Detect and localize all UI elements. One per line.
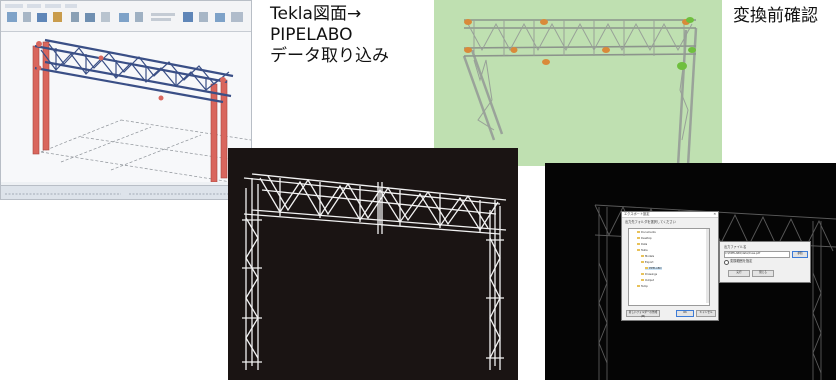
- folder-icon: [637, 249, 640, 251]
- tree-item[interactable]: Export: [641, 261, 654, 264]
- folder-icon: [637, 231, 640, 233]
- file-path-field[interactable]: C:\PIPELABO\data\truss.pdf: [724, 251, 790, 258]
- ok-button[interactable]: OK: [676, 310, 694, 317]
- make-folder-button[interactable]: 新しいフォルダーの作成(M): [626, 310, 660, 318]
- tree-item[interactable]: Tekla: [637, 249, 648, 252]
- wireframe-truss-model: [242, 173, 507, 370]
- folder-icon: [637, 243, 640, 245]
- tekla-status-bar: [1, 185, 251, 199]
- tree-item-selected[interactable]: PIPELABO: [645, 267, 662, 270]
- file-label: 出力ファイル名: [724, 245, 747, 249]
- tekla-ribbon-toolbar: [1, 1, 251, 32]
- pre-conversion-preview[interactable]: [434, 0, 722, 166]
- tree-item[interactable]: Documents: [637, 231, 656, 234]
- folder-icon: [645, 267, 648, 269]
- caption-line-3: データ取り込み: [270, 46, 389, 66]
- tekla-steel-model: [32, 38, 251, 183]
- folder-icon: [641, 255, 644, 257]
- cancel-button[interactable]: キャンセル: [696, 310, 716, 317]
- folder-icon: [641, 261, 644, 263]
- close-icon[interactable]: ✕: [713, 212, 716, 216]
- pre-conversion-caption: 変換前確認: [733, 6, 818, 26]
- export-dialog-screenshot: エクスポート設定 ✕ 出力先フォルダを選択してください Documents De…: [545, 163, 836, 380]
- caption-line-2: PIPELABO: [270, 25, 353, 45]
- export-settings-dialog[interactable]: 出力ファイル名 C:\PIPELABO\data\truss.pdf 参照 変換…: [719, 241, 811, 283]
- folder-icon: [641, 273, 644, 275]
- toolbar-icons: [5, 4, 243, 22]
- tree-item[interactable]: Output: [641, 279, 654, 282]
- tekla-screenshot: [0, 0, 252, 200]
- close-button[interactable]: 閉じる: [752, 270, 774, 277]
- run-button[interactable]: 実行: [728, 270, 750, 277]
- tree-scrollbar[interactable]: [706, 229, 709, 303]
- folder-icon: [641, 279, 644, 281]
- folder-icon: [637, 237, 640, 239]
- tree-item[interactable]: Models: [641, 255, 654, 258]
- folder-browse-dialog[interactable]: エクスポート設定 ✕ 出力先フォルダを選択してください Documents De…: [621, 211, 719, 321]
- tree-item[interactable]: Drawings: [641, 273, 657, 276]
- dialog-title: エクスポート設定: [624, 212, 650, 216]
- browse-button[interactable]: 参照: [792, 251, 808, 258]
- ribbon-icon-buttons[interactable]: [7, 12, 243, 22]
- caption-line-1: Tekla図面→: [270, 4, 362, 24]
- dialog-title-bar: エクスポート設定 ✕: [622, 212, 718, 218]
- tree-item[interactable]: Data: [637, 243, 647, 246]
- tekla-import-caption: Tekla図面→ PIPELABO データ取り込み: [270, 4, 430, 67]
- folder-icon: [637, 285, 640, 287]
- preview-truss-model: [462, 17, 698, 166]
- tree-item[interactable]: Temp: [637, 285, 648, 288]
- folder-prompt: 出力先フォルダを選択してください: [625, 220, 676, 224]
- range-radio[interactable]: [724, 260, 729, 265]
- tekla-3d-viewport[interactable]: [1, 32, 251, 183]
- tree-item[interactable]: Desktop: [637, 237, 652, 240]
- wireframe-render[interactable]: [228, 148, 518, 380]
- option-label: 変換範囲を指定: [730, 259, 753, 263]
- folder-tree[interactable]: Documents Desktop Data Tekla Models Expo…: [628, 228, 710, 306]
